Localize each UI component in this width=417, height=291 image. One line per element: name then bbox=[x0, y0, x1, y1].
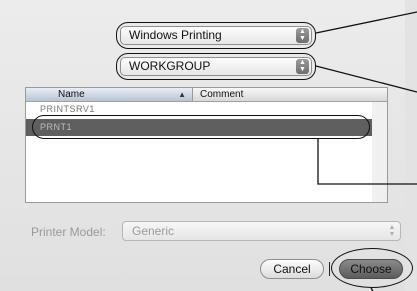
printer-model-label: Printer Model: bbox=[31, 225, 106, 239]
printer-model-popup: Generic ▲ ▼ bbox=[122, 221, 401, 241]
sort-ascending-icon: ▲ bbox=[178, 90, 186, 99]
popup-arrows-icon: ▲ ▼ bbox=[388, 224, 396, 238]
callout-ring-protocol bbox=[116, 22, 316, 49]
cancel-button[interactable]: Cancel bbox=[260, 259, 324, 279]
scrollbar[interactable] bbox=[372, 102, 387, 202]
row-name: PRINTSRV1 bbox=[40, 104, 95, 114]
column-header-comment-label: Comment bbox=[200, 89, 244, 100]
callout-ring-workgroup bbox=[116, 53, 316, 80]
callout-divider bbox=[329, 262, 330, 276]
printer-list-table[interactable]: Name ▲ Comment PRINTSRV1 PRNT1 bbox=[25, 87, 388, 203]
column-header-name[interactable]: Name ▲ bbox=[26, 88, 193, 101]
column-header-comment[interactable]: Comment bbox=[194, 88, 387, 101]
callout-ring-printer-row bbox=[32, 115, 370, 139]
column-header-name-label: Name bbox=[58, 89, 85, 100]
printer-model-value: Generic bbox=[132, 224, 175, 238]
table-header: Name ▲ Comment bbox=[26, 88, 387, 102]
callout-ring-choose bbox=[331, 248, 413, 288]
